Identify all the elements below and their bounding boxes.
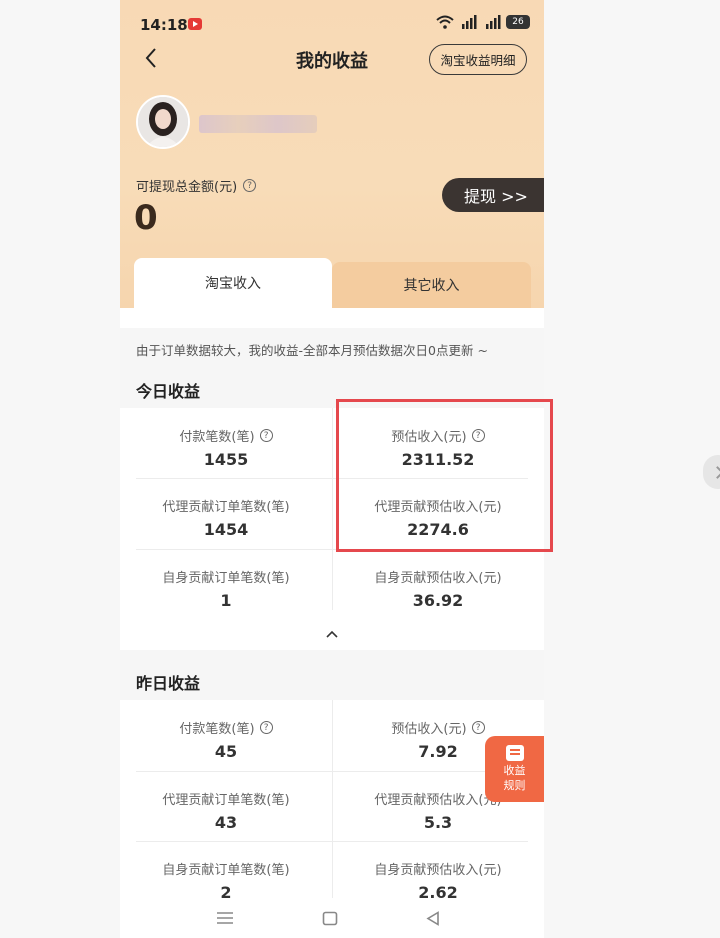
status-bar: 14:18 26 — [120, 0, 544, 48]
stat-agent-orders: 代理贡献订单笔数(笔) 1454 — [162, 500, 290, 539]
nickname-blurred — [199, 115, 317, 133]
income-rules-button[interactable]: 收益 规则 — [485, 736, 544, 802]
stat-self-income: 自身贡献预估收入(元) 2.62 — [374, 863, 502, 902]
stat-self-orders: 自身贡献订单笔数(笔) 2 — [162, 863, 290, 902]
collapse-button[interactable] — [326, 625, 338, 638]
signal-icon — [482, 15, 502, 29]
help-icon[interactable]: ? — [259, 721, 273, 734]
home-icon[interactable] — [322, 911, 338, 926]
balance-amount: 0 — [134, 198, 158, 238]
document-icon — [505, 745, 524, 761]
screen-record-icon — [188, 18, 202, 30]
taobao-detail-button[interactable]: 淘宝收益明细 — [429, 44, 527, 75]
stat-self-income: 自身贡献预估收入(元) 36.92 — [374, 571, 502, 610]
stat-paid-orders: 付款笔数(笔)? 45 — [128, 718, 324, 761]
status-time: 14:18 — [140, 16, 188, 34]
help-icon[interactable]: ? — [259, 429, 273, 442]
help-icon[interactable]: ? — [471, 429, 485, 442]
yesterday-card: 付款笔数(笔)? 45 预估收入(元)? 7.92 代理贡献订单笔数(笔) 43… — [120, 700, 544, 902]
yesterday-title: 昨日收益 — [136, 674, 201, 693]
today-title: 今日收益 — [136, 382, 201, 401]
tab-taobao-income[interactable]: 淘宝收入 — [134, 258, 332, 308]
menu-icon[interactable] — [216, 911, 234, 925]
chevron-up-icon — [326, 630, 338, 638]
stat-agent-income: 代理贡献预估收入(元) 2274.6 — [374, 500, 502, 539]
balance-label: 可提现总金额(元) ? — [136, 176, 257, 195]
wifi-icon — [436, 15, 454, 29]
income-tabs: 淘宝收入 其它收入 — [134, 258, 531, 308]
today-card: 付款笔数(笔)? 1455 预估收入(元)? 2311.52 代理贡献订单笔数(… — [120, 408, 544, 650]
stat-agent-orders: 代理贡献订单笔数(笔) 43 — [162, 793, 290, 832]
system-nav-bar — [120, 898, 544, 938]
stat-self-orders: 自身贡献订单笔数(笔) 1 — [162, 571, 290, 610]
stat-estimated-income: 预估收入(元)? 2311.52 — [340, 426, 536, 469]
side-panel-handle[interactable] — [703, 455, 720, 489]
stat-paid-orders: 付款笔数(笔)? 1455 — [128, 426, 324, 469]
help-icon[interactable]: ? — [243, 179, 257, 192]
update-notice: 由于订单数据较大，我的收益-全部本月预估数据次日0点更新 ~ — [136, 343, 488, 358]
phone-screen: 14:18 26 我的收益 淘宝收益明细 可提现总金额(元) ? 0 淘宝收入 … — [120, 0, 544, 938]
signal-icon — [458, 15, 478, 29]
battery-icon: 26 — [506, 15, 530, 29]
tab-other-income[interactable]: 其它收入 — [332, 262, 531, 308]
triangle-back-icon[interactable] — [426, 911, 440, 926]
help-icon[interactable]: ? — [471, 721, 485, 734]
avatar[interactable] — [136, 95, 190, 149]
withdraw-button[interactable]: 提现 >> — [442, 178, 544, 212]
